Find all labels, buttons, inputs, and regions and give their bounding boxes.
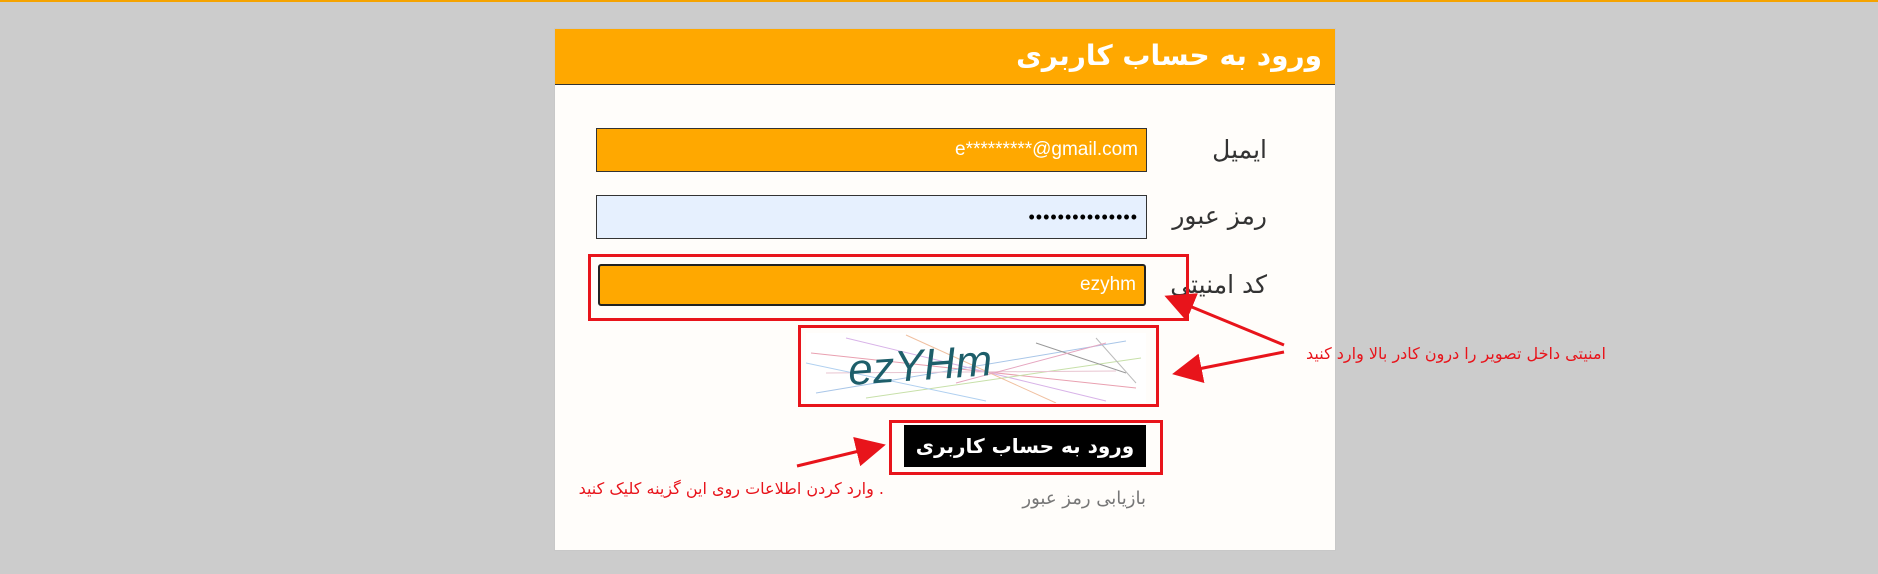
annotation-arrows [796, 293, 1285, 468]
arrow-to-captcha-input [1164, 293, 1285, 347]
arrow-to-submit [796, 437, 886, 468]
arrow-to-captcha-image [1172, 350, 1285, 384]
